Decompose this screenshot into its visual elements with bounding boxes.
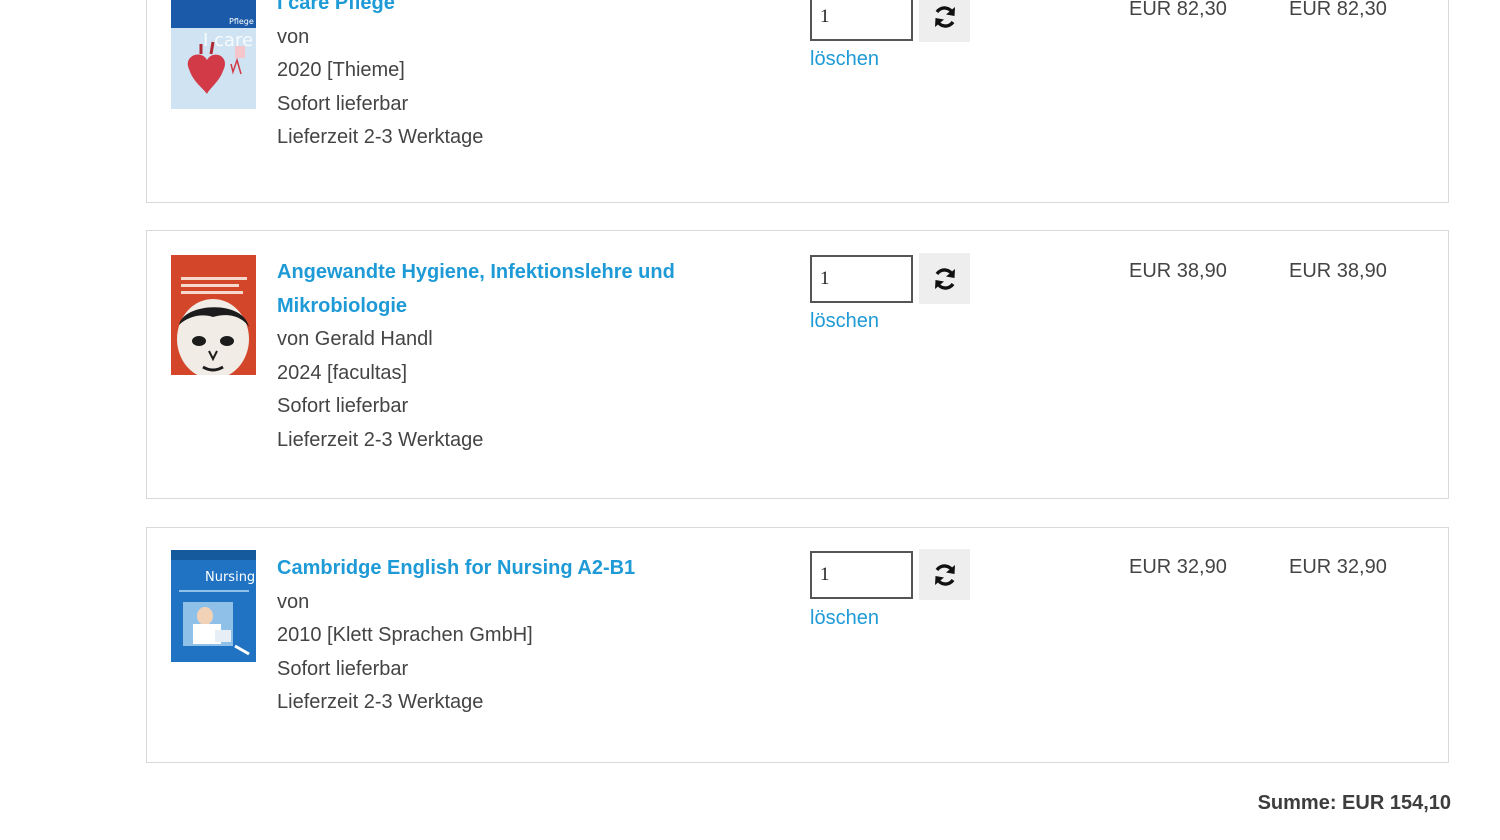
refresh-icon (934, 563, 955, 586)
quantity-input[interactable] (810, 0, 913, 41)
update-quantity-button[interactable] (919, 253, 970, 304)
book-cover-image[interactable]: Pflege I care (171, 0, 256, 109)
refresh-icon (934, 267, 955, 290)
item-title-link[interactable]: Cambridge English for Nursing A2-B1 (277, 552, 737, 586)
delete-item-link[interactable]: löschen (810, 48, 879, 71)
item-info: Angewandte Hygiene, Infektionslehre und … (277, 256, 737, 457)
item-title-line: Mikrobiologie (277, 294, 407, 317)
item-availability: Sofort lieferbar (277, 92, 409, 115)
item-delivery-time: Lieferzeit 2-3 Werktage (277, 428, 484, 451)
item-title-line: Angewandte Hygiene, Infektionslehre und (277, 261, 675, 283)
item-total-price: EUR 82,30 (1289, 0, 1387, 20)
item-year-publisher: 2010 [Klett Sprachen GmbH] (277, 624, 533, 646)
cart-sum: Summe: EUR 154,10 (1257, 792, 1451, 814)
book-cover-image[interactable] (171, 255, 256, 375)
item-title-link[interactable]: I care Pflege (277, 0, 737, 21)
item-unit-price: EUR 82,30 (1129, 0, 1227, 20)
item-delivery-time: Lieferzeit 2-3 Werktage (277, 126, 484, 148)
item-author: von (277, 590, 310, 613)
cart-page: Pflege I care I care Pflege von 2020 [Th… (0, 0, 1500, 840)
item-availability: Sofort lieferbar (277, 657, 409, 680)
quantity-input[interactable] (810, 255, 913, 303)
svg-text:Pflege: Pflege (229, 17, 254, 26)
update-quantity-button[interactable] (919, 0, 970, 42)
item-total-price: EUR 38,90 (1289, 260, 1387, 282)
cart-item: Angewandte Hygiene, Infektionslehre und … (146, 230, 1449, 499)
cart-item: Pflege I care I care Pflege von 2020 [Th… (146, 0, 1449, 203)
item-author: von (277, 25, 310, 48)
item-availability: Sofort lieferbar (277, 395, 409, 417)
book-cover-image[interactable]: Nursing (171, 550, 256, 662)
item-author: von Gerald Handl (277, 328, 433, 350)
item-delivery-time: Lieferzeit 2-3 Werktage (277, 691, 484, 713)
item-year-publisher: 2024 [facultas] (277, 361, 408, 384)
item-unit-price: EUR 38,90 (1129, 260, 1227, 282)
delete-item-link[interactable]: löschen (810, 607, 879, 630)
item-title-link[interactable]: Angewandte Hygiene, Infektionslehre und … (277, 256, 737, 323)
item-total-price: EUR 32,90 (1289, 556, 1387, 578)
item-year-publisher: 2020 [Thieme] (277, 59, 405, 81)
item-info: Cambridge English for Nursing A2-B1 von … (277, 552, 737, 720)
cover-text: Nursing (205, 570, 255, 585)
delete-item-link[interactable]: löschen (810, 310, 879, 333)
item-unit-price: EUR 32,90 (1129, 556, 1227, 578)
quantity-input[interactable] (810, 551, 913, 599)
update-quantity-button[interactable] (919, 549, 970, 600)
item-info: I care Pflege von 2020 [Thieme] Sofort l… (277, 0, 737, 155)
cart-item: Nursing Cambridge English for Nursing A2… (146, 527, 1449, 763)
refresh-icon (934, 5, 955, 28)
